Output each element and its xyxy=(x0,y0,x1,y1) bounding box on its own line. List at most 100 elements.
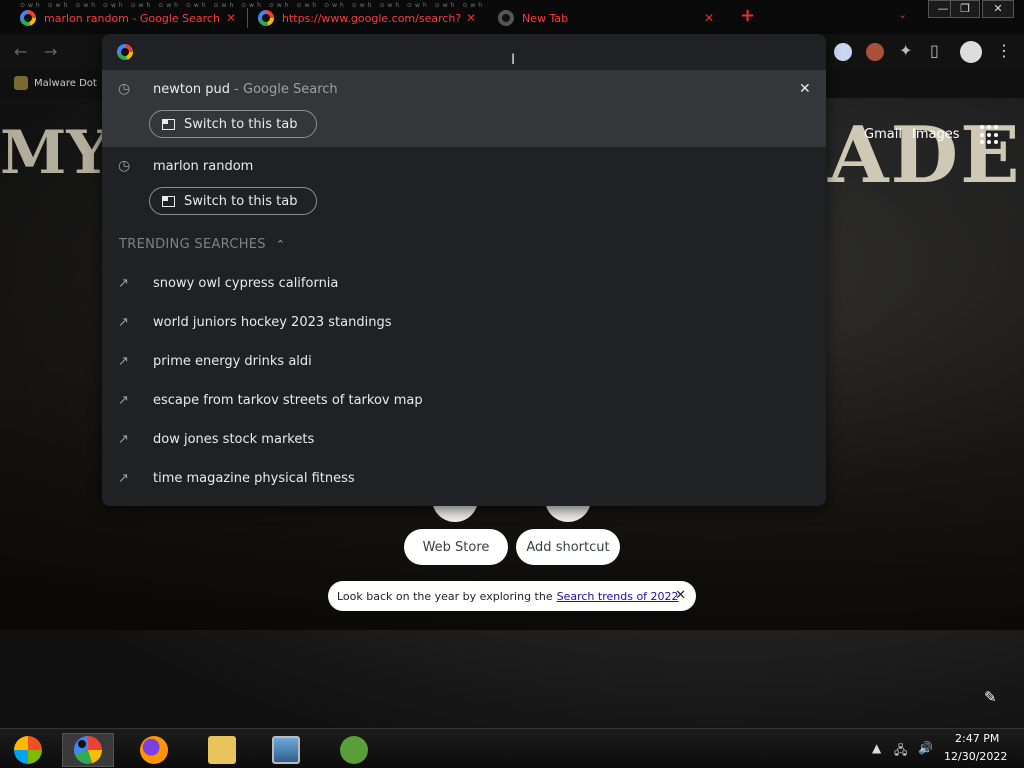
trending-text: escape from tarkov streets of tarkov map xyxy=(153,393,423,408)
promo-banner: Look back on the year by exploring the S… xyxy=(328,581,696,611)
extension-icon[interactable] xyxy=(866,43,884,61)
taskbar-photos[interactable] xyxy=(260,733,312,767)
trending-text: snowy owl cypress california xyxy=(153,276,339,291)
trending-item[interactable]: ↗ world juniors hockey 2023 standings xyxy=(102,304,826,343)
theme-logo-left: MY xyxy=(0,118,110,188)
chevron-up-icon[interactable]: ▲ xyxy=(872,741,881,755)
trending-arrow-icon: ↗ xyxy=(118,354,129,369)
google-icon xyxy=(117,44,133,60)
forward-icon[interactable]: → xyxy=(44,42,57,61)
promo-text: Look back on the year by exploring the xyxy=(337,589,553,603)
history-clock-icon: ◷ xyxy=(118,81,131,97)
trending-arrow-icon: ↗ xyxy=(118,471,129,486)
bookmark-favicon-icon xyxy=(14,76,28,90)
tab-title: https://www.google.com/search? xyxy=(282,11,462,25)
windows-logo-icon xyxy=(14,736,42,764)
trending-item[interactable]: ↗ escape from tarkov streets of tarkov m… xyxy=(102,382,826,421)
clock-time[interactable]: 2:47 PM xyxy=(955,732,999,745)
tab-icon xyxy=(162,118,175,130)
tab-title: New Tab xyxy=(522,11,569,25)
bookmark-item[interactable]: Malware Dot xyxy=(14,76,97,90)
windows-taskbar: ▲ 🖧 🔊 xyxy=(0,728,1024,768)
pencil-icon[interactable]: ✎ xyxy=(984,688,997,706)
profile-avatar-icon[interactable] xyxy=(960,41,982,63)
omnibox-input[interactable]: I xyxy=(102,34,826,70)
network-icon[interactable]: 🖧 xyxy=(894,741,907,762)
close-window-button[interactable]: ✕ xyxy=(982,0,1014,18)
trending-text: prime energy drinks aldi xyxy=(153,354,312,369)
history-clock-icon: ◷ xyxy=(118,158,131,174)
back-icon[interactable]: ← xyxy=(14,42,27,61)
remove-suggestion-icon[interactable]: ✕ xyxy=(799,81,811,97)
close-icon[interactable]: ✕ xyxy=(675,588,686,603)
tab-icon xyxy=(162,195,175,207)
omnibox-dropdown: I ◷ newton pud - Google Search ✕ Switch … xyxy=(102,34,826,506)
tab-new-tab[interactable]: New Tab ✕ xyxy=(498,6,718,30)
trending-text: time magazine physical fitness xyxy=(153,471,355,486)
trending-text: dow jones stock markets xyxy=(153,432,315,447)
suggestion-text: marlon random xyxy=(153,159,253,174)
maximize-button[interactable]: ❐ xyxy=(950,0,980,18)
gmail-link[interactable]: Gmail xyxy=(864,127,902,142)
suggestion-history-marlon-random[interactable]: ◷ marlon random Switch to this tab xyxy=(102,147,826,224)
side-panel-icon[interactable]: ▯ xyxy=(930,41,939,60)
new-tab-button[interactable]: + xyxy=(740,5,755,26)
volume-icon[interactable]: 🔊 xyxy=(918,741,933,755)
theme-logo-right: ADE xyxy=(828,110,1022,201)
trending-header-label: TRENDING SEARCHES xyxy=(119,237,266,252)
trending-item[interactable]: ↗ dow jones stock markets xyxy=(102,421,826,460)
add-shortcut-button[interactable]: Add shortcut xyxy=(516,529,620,565)
folder-icon xyxy=(208,736,236,764)
clock-date[interactable]: 12/30/2022 xyxy=(944,750,1007,763)
suggestion-history-newton-pud[interactable]: ◷ newton pud - Google Search ✕ Switch to… xyxy=(102,70,826,147)
taskbar-network-app[interactable] xyxy=(328,733,380,767)
switch-to-tab-button[interactable]: Switch to this tab xyxy=(149,110,317,138)
trending-arrow-icon: ↗ xyxy=(118,393,129,408)
chevron-down-icon[interactable]: ⌄ xyxy=(898,8,907,21)
taskbar-chrome[interactable] xyxy=(62,733,114,767)
taskbar-file-explorer[interactable] xyxy=(196,733,248,767)
firefox-icon xyxy=(140,736,168,764)
images-link[interactable]: Images xyxy=(912,127,960,142)
tab-title: marlon random - Google Search xyxy=(44,11,220,25)
switch-to-tab-button[interactable]: Switch to this tab xyxy=(149,187,317,215)
extension-icon[interactable] xyxy=(834,43,852,61)
close-icon[interactable]: ✕ xyxy=(704,11,714,25)
taskbar-firefox[interactable] xyxy=(128,733,180,767)
trending-searches-header[interactable]: TRENDING SEARCHES ⌃ xyxy=(119,237,285,252)
suggestion-query: newton pud xyxy=(153,82,231,97)
trending-text: world juniors hockey 2023 standings xyxy=(153,315,392,330)
tab-google-search[interactable]: https://www.google.com/search? ✕ xyxy=(258,6,478,30)
tab-strip: ⊙wh ⊙wh ⊙wh ⊙wh ⊙wh ⊙wh ⊙wh ⊙wh ⊙wh ⊙wh … xyxy=(0,0,1024,34)
switch-label: Switch to this tab xyxy=(184,116,298,132)
google-apps-icon[interactable] xyxy=(980,125,1000,145)
web-store-button[interactable]: Web Store xyxy=(404,529,508,565)
start-button[interactable] xyxy=(2,733,54,767)
suggestion-query: marlon random xyxy=(153,159,254,174)
menu-icon[interactable]: ⋮ xyxy=(996,41,1012,60)
chevron-up-icon[interactable]: ⌃ xyxy=(276,238,286,251)
picture-icon xyxy=(272,736,300,764)
switch-label: Switch to this tab xyxy=(184,193,298,209)
trending-arrow-icon: ↗ xyxy=(118,432,129,447)
chrome-icon xyxy=(498,10,514,26)
trending-arrow-icon: ↗ xyxy=(118,276,129,291)
chrome-icon xyxy=(74,736,102,764)
google-icon xyxy=(20,10,36,26)
google-icon xyxy=(258,10,274,26)
trending-item[interactable]: ↗ time magazine physical fitness xyxy=(102,460,826,499)
trending-item[interactable]: ↗ prime energy drinks aldi xyxy=(102,343,826,382)
search-trends-link[interactable]: Search trends of 2022 xyxy=(557,590,679,603)
trending-arrow-icon: ↗ xyxy=(118,315,129,330)
close-icon[interactable]: ✕ xyxy=(226,11,236,25)
bookmark-label: Malware Dot xyxy=(34,77,97,89)
puzzle-icon[interactable]: ✦ xyxy=(899,41,912,60)
suggestion-text: newton pud - Google Search xyxy=(153,82,338,97)
network-users-icon xyxy=(340,736,368,764)
tab-marlon-random[interactable]: marlon random - Google Search ✕ xyxy=(20,6,240,30)
text-cursor-icon: I xyxy=(511,52,516,68)
suggestion-suffix: - Google Search xyxy=(230,82,338,97)
close-icon[interactable]: ✕ xyxy=(466,11,476,25)
tab-separator xyxy=(247,8,248,28)
trending-item[interactable]: ↗ snowy owl cypress california xyxy=(102,265,826,304)
